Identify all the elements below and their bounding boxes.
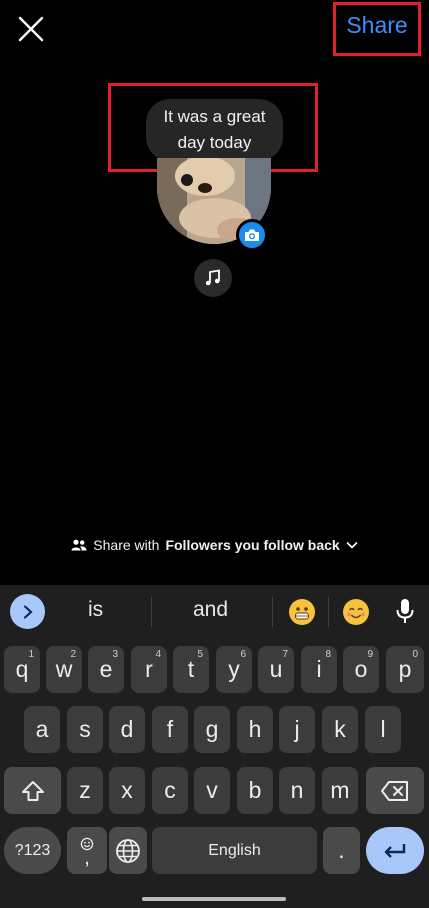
change-photo-button[interactable] <box>236 219 268 251</box>
add-music-button[interactable] <box>194 259 232 297</box>
key-c[interactable]: c <box>152 767 188 814</box>
language-key[interactable] <box>109 827 147 874</box>
screen: Share It was a great day today Share wit… <box>0 0 429 908</box>
enter-key[interactable] <box>366 827 424 874</box>
key-s[interactable]: s <box>67 706 103 753</box>
key-n[interactable]: n <box>279 767 315 814</box>
note-bubble[interactable]: It was a great day today <box>146 99 283 161</box>
comma-label: , <box>84 846 90 869</box>
key-d[interactable]: d <box>109 706 145 753</box>
key-x[interactable]: x <box>109 767 145 814</box>
key-m[interactable]: m <box>322 767 358 814</box>
microphone-icon <box>396 599 414 623</box>
key-b[interactable]: b <box>237 767 273 814</box>
period-key[interactable]: . <box>323 827 360 874</box>
chevron-down-icon <box>346 541 358 549</box>
suggestion-divider <box>151 597 152 627</box>
smiling-emoji-icon[interactable] <box>343 599 369 625</box>
key-k[interactable]: k <box>322 706 358 753</box>
close-icon <box>18 16 44 42</box>
key-i[interactable]: i8 <box>301 646 337 693</box>
navigation-handle[interactable] <box>142 897 286 901</box>
key-j[interactable]: j <box>279 706 315 753</box>
suggestion-divider <box>272 597 273 627</box>
enter-arrow-icon <box>384 843 406 858</box>
people-icon <box>71 539 87 551</box>
keyboard-expand-button[interactable] <box>10 594 45 629</box>
key-e[interactable]: e3 <box>88 646 124 693</box>
key-v[interactable]: v <box>194 767 230 814</box>
suggestion-divider <box>328 597 329 627</box>
emoji-comma-key[interactable]: , <box>67 827 107 874</box>
share-button[interactable]: Share <box>333 12 421 39</box>
symbols-key[interactable]: ?123 <box>4 827 61 874</box>
key-l[interactable]: l <box>365 706 401 753</box>
shift-arrow-icon <box>21 780 44 801</box>
key-t[interactable]: t5 <box>173 646 209 693</box>
grinning-emoji-icon[interactable] <box>289 599 315 625</box>
key-p[interactable]: p0 <box>386 646 424 693</box>
key-y[interactable]: y6 <box>216 646 252 693</box>
key-g[interactable]: g <box>194 706 230 753</box>
voice-input-button[interactable] <box>395 598 415 629</box>
music-note-icon <box>205 269 220 286</box>
key-w[interactable]: w2 <box>46 646 82 693</box>
key-q[interactable]: q1 <box>4 646 40 693</box>
suggestion-is[interactable]: is <box>88 598 103 622</box>
audience-selector[interactable]: Share with Followers you follow back <box>0 537 429 553</box>
suggestion-bar: is and <box>0 585 429 639</box>
key-o[interactable]: o9 <box>343 646 379 693</box>
key-h[interactable]: h <box>237 706 273 753</box>
key-r[interactable]: r4 <box>131 646 167 693</box>
suggestion-and[interactable]: and <box>193 598 228 622</box>
key-a[interactable]: a <box>24 706 60 753</box>
chevron-right-icon <box>23 604 33 619</box>
space-key[interactable]: English <box>152 827 317 874</box>
camera-icon <box>245 229 259 241</box>
globe-icon <box>116 838 140 863</box>
backspace-key[interactable] <box>366 767 424 814</box>
key-z[interactable]: z <box>67 767 103 814</box>
audience-prefix: Share with <box>93 537 160 553</box>
close-button[interactable] <box>14 12 48 46</box>
shift-key[interactable] <box>4 767 61 814</box>
key-f[interactable]: f <box>152 706 188 753</box>
backspace-icon <box>381 780 408 801</box>
audience-group: Followers you follow back <box>165 537 340 553</box>
key-u[interactable]: u7 <box>258 646 294 693</box>
